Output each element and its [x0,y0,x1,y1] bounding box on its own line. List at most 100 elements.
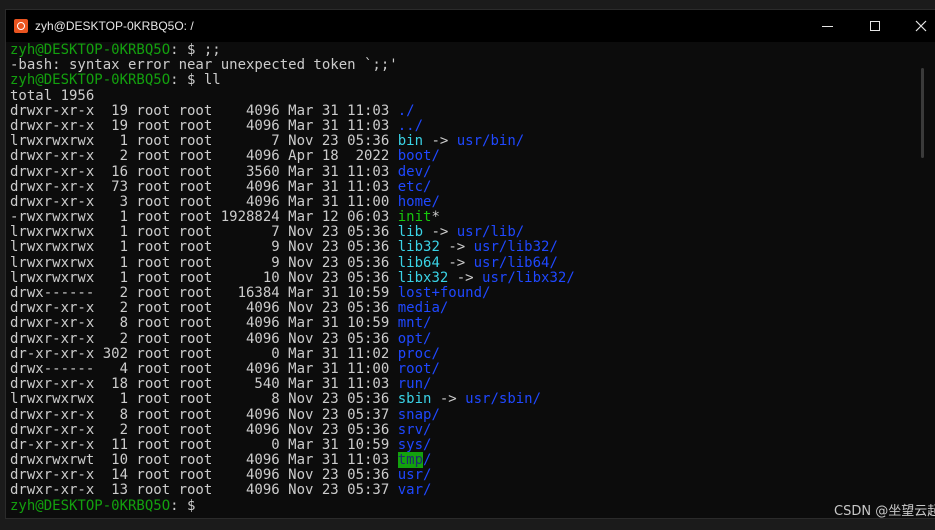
output-text: lrwxrwxrwx 1 root root 8 Nov 23 05:36 [10,391,398,408]
prompt-text: zyh@DESKTOP-0KRBQ5O [10,72,171,89]
terminal-line: drwxr-xr-x 8 root root 4096 Nov 23 05:37… [10,406,915,423]
output-text: run/ [397,376,432,393]
output-text: drwxrwxrwt 10 root root 4096 Mar 31 11:0… [10,452,398,469]
terminal-line: drwxr-xr-x 2 root root 4096 Nov 23 05:36… [10,301,915,316]
terminal-line: drwxrwxrwt 10 root root 4096 Mar 31 11:0… [10,452,915,469]
output-text: var/ [397,482,432,499]
terminal-line: drwxr-xr-x 16 root root 3560 Mar 31 11:0… [10,163,915,180]
terminal-line: -bash: syntax error near unexpected toke… [10,58,915,73]
output-text: init [397,209,432,226]
output-text: lib [397,224,424,241]
terminal-line: zyh@DESKTOP-0KRBQ5O: $ ll [10,73,915,88]
terminal-line: drwxr-xr-x 2 root root 4096 Apr 18 2022 … [10,149,915,164]
output-text: boot/ [397,148,440,165]
terminal-line: drwxr-xr-x 19 root root 4096 Mar 31 11:0… [10,103,915,119]
output-text: drwxr-xr-x 14 root root 4096 Nov 23 05:3… [10,467,398,484]
output-text: usr/libx32/ [482,269,575,286]
output-text: drwxr-xr-x 2 root root 4096 Nov 23 05:36 [10,300,398,317]
output-text: dr-xr-xr-x 11 root root 0 Mar 31 10:59 [10,436,398,453]
output-text: -> [439,239,474,256]
output-text: drwxr-xr-x 3 root root 4096 Mar 31 11:00 [10,193,398,210]
terminal-window: zyh@DESKTOP-0KRBQ5O: / zyh@DESKTOP-0KRBQ… [6,10,935,518]
output-text: -bash: syntax error near unexpected toke… [10,57,398,74]
output-text: etc/ [397,178,432,195]
output-text: usr/sbin/ [465,391,542,408]
output-text: dr-xr-xr-x 302 root root 0 Mar 31 11:02 [10,345,398,362]
output-text: opt/ [397,330,432,347]
terminal-line: drwxr-xr-x 14 root root 4096 Nov 23 05:3… [10,468,915,483]
output-text: libx32 [397,269,449,286]
output-text: media/ [397,300,449,317]
output-text: lrwxrwxrwx 1 root root 7 Nov 23 05:36 [10,224,398,241]
output-text: snap/ [397,406,440,423]
terminal-line: lrwxrwxrwx 1 root root 7 Nov 23 05:36 li… [10,225,915,240]
output-text: drwxr-xr-x 8 root root 4096 Nov 23 05:37 [10,406,398,423]
terminal-line: -rwxrwxrwx 1 root root 1928824 Mar 12 06… [10,209,915,226]
output-text: : $ ll [170,72,221,89]
terminal-line: drwx------ 2 root root 16384 Mar 31 10:5… [10,285,915,301]
output-text: total 1956 [10,87,95,104]
output-text: root/ [397,360,440,377]
terminal-line: drwxr-xr-x 19 root root 4096 Mar 31 11:0… [10,117,915,134]
output-text: drwx------ 4 root root 4096 Mar 31 11:00 [10,360,398,377]
terminal-line: drwxr-xr-x 73 root root 4096 Mar 31 11:0… [10,178,915,195]
terminal-line: lrwxrwxrwx 1 root root 7 Nov 23 05:36 bi… [10,134,915,149]
terminal-line: lrwxrwxrwx 1 root root 10 Nov 23 05:36 l… [10,269,915,286]
output-text: -> [423,224,457,241]
terminal-line: drwxr-xr-x 18 root root 540 Mar 31 11:03… [10,377,915,392]
title-bar[interactable]: zyh@DESKTOP-0KRBQ5O: / [6,10,935,42]
maximize-icon [870,21,880,31]
output-text: bin [397,133,424,150]
output-text: lrwxrwxrwx 1 root root 10 Nov 23 05:36 [10,269,398,286]
terminal-line: lrwxrwxrwx 1 root root 9 Nov 23 05:36 li… [10,254,915,271]
terminal-output[interactable]: zyh@DESKTOP-0KRBQ5O: $ ;; -bash: syntax e… [10,43,915,515]
output-text: sys/ [397,436,432,453]
terminal-line: lrwxrwxrwx 1 root root 9 Nov 23 05:36 li… [10,240,915,255]
csdn-watermark: CSDN @坐望云起 [834,504,935,519]
output-text: / [423,452,432,469]
output-text: -> [439,254,474,271]
output-text: drwxr-xr-x 13 root root 4096 Nov 23 05:3… [10,482,398,499]
terminal-line: drwxr-xr-x 3 root root 4096 Mar 31 11:00… [10,193,915,210]
terminal-line: total 1956 [10,87,915,104]
output-text: dev/ [397,163,432,180]
output-text: drwxr-xr-x 16 root root 3560 Mar 31 11:0… [10,163,398,180]
minimize-icon [822,26,833,27]
output-text: srv/ [397,421,432,438]
output-text: drwxr-xr-x 2 root root 4096 Nov 23 05:36 [10,330,398,347]
prompt-text: zyh@DESKTOP-0KRBQ5O [10,43,171,58]
output-text: ../ [397,117,424,134]
output-text: -> [431,391,466,408]
window-title: zyh@DESKTOP-0KRBQ5O: / [35,19,194,33]
output-text: usr/lib32/ [473,239,558,256]
output-text: -> [448,269,483,286]
ubuntu-icon [14,19,28,33]
output-text: lrwxrwxrwx 1 root root 7 Nov 23 05:36 [10,133,398,150]
terminal-line: lrwxrwxrwx 1 root root 8 Nov 23 05:36 sb… [10,392,915,407]
output-text: home/ [397,193,440,210]
minimize-button[interactable] [816,15,840,37]
output-text: lrwxrwxrwx 1 root root 9 Nov 23 05:36 [10,239,398,256]
terminal-line: drwxr-xr-x 8 root root 4096 Mar 31 10:59… [10,316,915,331]
output-text: drwxr-xr-x 8 root root 4096 Mar 31 10:59 [10,315,398,332]
close-icon [915,20,927,32]
output-text: usr/lib/ [456,224,525,241]
output-text: drwx------ 2 root root 16384 Mar 31 10:5… [10,285,398,301]
output-text: lost+found/ [397,285,491,301]
scrollbar-thumb[interactable] [921,68,924,158]
output-text: mnt/ [397,315,432,332]
output-text: lib64 [397,254,440,271]
prompt-text: zyh@DESKTOP-0KRBQ5O [10,497,171,514]
terminal-line: drwxr-xr-x 2 root root 4096 Nov 23 05:36… [10,421,915,438]
terminal-line: zyh@DESKTOP-0KRBQ5O: $ ;; [10,43,915,58]
close-button[interactable] [909,15,933,37]
maximize-button[interactable] [863,15,887,37]
output-text: * [431,209,440,226]
output-text: proc/ [397,345,440,362]
output-text: usr/ [397,467,432,484]
output-text: usr/bin/ [456,133,525,150]
output-text: usr/lib64/ [473,254,558,271]
output-text: drwxr-xr-x 2 root root 4096 Apr 18 2022 [10,148,398,165]
terminal-line: dr-xr-xr-x 302 root root 0 Mar 31 11:02 … [10,345,915,362]
output-text: drwxr-xr-x 19 root root 4096 Mar 31 11:0… [10,117,398,134]
